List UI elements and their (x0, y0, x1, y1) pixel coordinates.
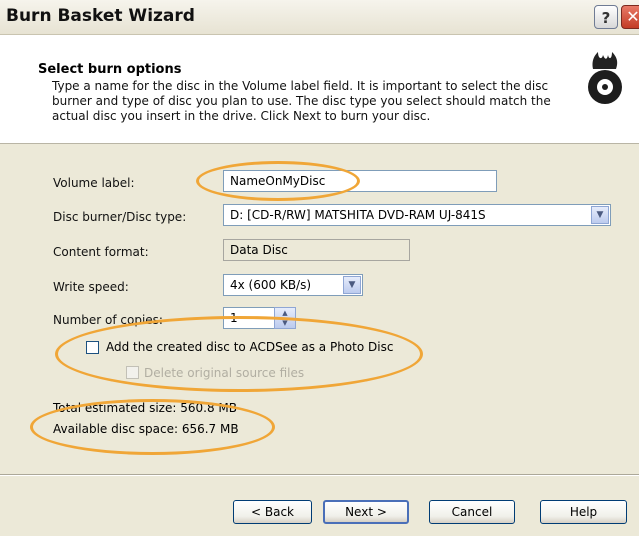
delete-originals-label: Delete original source files (144, 366, 305, 380)
copies-input[interactable]: 1 (223, 307, 275, 329)
footer-divider (0, 474, 639, 476)
back-button[interactable]: < Back (233, 500, 312, 524)
copies-label: Number of copies: (53, 313, 163, 327)
help-button[interactable]: Help (540, 500, 627, 524)
volume-label-input[interactable]: NameOnMyDisc (223, 170, 497, 192)
add-to-acdsee-checkbox[interactable] (86, 341, 99, 354)
step-description: Type a name for the disc in the Volume l… (52, 79, 551, 123)
step-title: Select burn options (38, 62, 182, 77)
content-format-label: Content format: (53, 245, 149, 259)
chevron-down-icon[interactable]: ▼ (343, 276, 361, 294)
volume-label-label: Volume label: (53, 176, 135, 190)
cancel-button[interactable]: Cancel (429, 500, 515, 524)
copies-stepper[interactable]: ▲ ▼ (274, 307, 296, 329)
content-format-field: Data Disc (223, 239, 410, 261)
delete-originals-checkbox (126, 366, 139, 379)
chevron-down-icon[interactable]: ▼ (591, 206, 609, 224)
total-size-label: Total estimated size: (53, 401, 177, 415)
disc-burner-label: Disc burner/Disc type: (53, 210, 187, 224)
next-button[interactable]: Next > (323, 500, 409, 524)
spin-down-icon[interactable]: ▼ (275, 318, 295, 328)
close-button[interactable]: ✕ (621, 5, 639, 29)
total-size-value: 560.8 MB (180, 401, 237, 415)
disc-burner-value: D: [CD-R/RW] MATSHITA DVD-RAM UJ-841S (230, 208, 486, 222)
total-size-info: Total estimated size: 560.8 MB (53, 401, 237, 415)
available-space-value: 656.7 MB (181, 422, 239, 436)
title-bar: Burn Basket Wizard ? ✕ (0, 0, 639, 35)
window-title: Burn Basket Wizard (6, 6, 195, 26)
write-speed-label: Write speed: (53, 280, 129, 294)
disc-burner-select[interactable]: D: [CD-R/RW] MATSHITA DVD-RAM UJ-841S ▼ (223, 204, 611, 226)
title-help-button[interactable]: ? (594, 5, 618, 29)
write-speed-value: 4x (600 KB/s) (230, 278, 312, 292)
available-space-info: Available disc space: 656.7 MB (53, 422, 239, 436)
add-to-acdsee-label: Add the created disc to ACDSee as a Phot… (106, 340, 394, 354)
available-space-label: Available disc space: (53, 422, 178, 436)
flame-disc-logo-icon (588, 52, 622, 104)
write-speed-select[interactable]: 4x (600 KB/s) ▼ (223, 274, 363, 296)
